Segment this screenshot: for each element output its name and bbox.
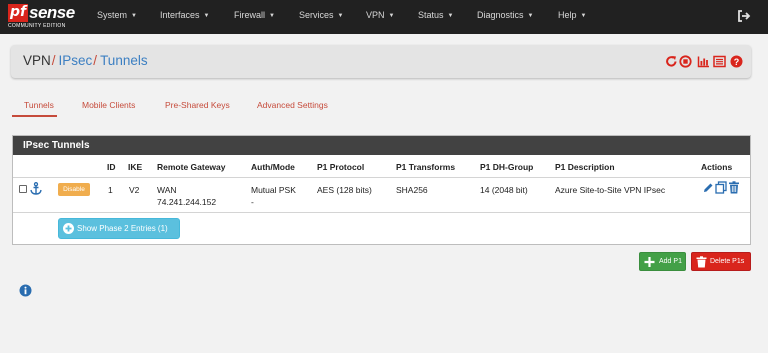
caret-down-icon: ▼ bbox=[337, 13, 344, 19]
caret-down-icon: ▼ bbox=[527, 13, 534, 19]
caret-down-icon: ▼ bbox=[269, 13, 275, 19]
cell-gateway-ip: 74.241.244.152 bbox=[157, 197, 217, 207]
column-header-actions: Actions bbox=[701, 162, 733, 172]
pfsense-logo[interactable]: pf sense COMMUNITY EDITION bbox=[8, 3, 80, 30]
anchor-icon[interactable] bbox=[30, 182, 42, 195]
chart-icon[interactable] bbox=[697, 55, 710, 68]
plus-circle-icon bbox=[63, 223, 74, 234]
cell-id: 1 bbox=[108, 185, 113, 195]
header-icon-bar: ? bbox=[665, 55, 743, 69]
breadcrumb-bar: VPN/IPsec/Tunnels ? bbox=[11, 45, 751, 78]
show-phase2-entries-button[interactable]: Show Phase 2 Entries (1) bbox=[58, 218, 180, 239]
svg-text:?: ? bbox=[734, 57, 740, 67]
caret-down-icon: ▼ bbox=[131, 13, 137, 19]
column-header-id: ID bbox=[107, 162, 116, 172]
cell-p1-dh-group: 14 (2048 bit) bbox=[480, 185, 528, 195]
cell-gateway-iface: WAN bbox=[157, 185, 177, 195]
logo-sense: sense bbox=[29, 3, 75, 22]
nav-status[interactable]: Status ▼ bbox=[418, 10, 453, 20]
cell-p1-transforms: SHA256 bbox=[396, 185, 428, 195]
column-header-p1-dh-group: P1 DH-Group bbox=[480, 162, 534, 172]
trash-icon[interactable] bbox=[728, 181, 740, 194]
breadcrumb-separator: / bbox=[93, 53, 98, 68]
tab-tunnels[interactable]: Tunnels bbox=[24, 100, 54, 110]
nav-vpn[interactable]: VPN ▼ bbox=[366, 10, 394, 20]
delete-p1s-button[interactable]: Delete P1s bbox=[691, 252, 751, 271]
disable-button[interactable]: Disable bbox=[58, 183, 90, 196]
tab-advanced-settings[interactable]: Advanced Settings bbox=[257, 100, 328, 110]
row-divider bbox=[13, 212, 750, 213]
caret-down-icon: ▼ bbox=[580, 13, 587, 19]
cell-p1-description: Azure Site-to-Site VPN IPsec bbox=[555, 185, 666, 195]
ipsec-tunnels-panel: IPsec Tunnels ID IKE Remote Gateway Auth… bbox=[12, 135, 751, 245]
info-icon[interactable] bbox=[19, 284, 32, 297]
row-checkbox[interactable] bbox=[19, 185, 27, 193]
breadcrumb: VPN/IPsec/Tunnels bbox=[23, 53, 148, 68]
tab-pre-shared-keys[interactable]: Pre-Shared Keys bbox=[165, 100, 230, 110]
nav-firewall[interactable]: Firewall ▼ bbox=[234, 10, 275, 20]
breadcrumb-ipsec[interactable]: IPsec bbox=[59, 53, 93, 68]
column-header-p1-transforms: P1 Transforms bbox=[396, 162, 456, 172]
caret-down-icon: ▼ bbox=[203, 13, 210, 19]
cell-auth-extra: - bbox=[251, 197, 254, 207]
tab-mobile-clients[interactable]: Mobile Clients bbox=[82, 100, 135, 110]
delete-p1s-label: Delete P1s bbox=[710, 258, 745, 265]
cell-auth-mode: Mutual PSK bbox=[251, 185, 296, 195]
edit-pencil-icon[interactable] bbox=[702, 181, 714, 194]
nav-diagnostics[interactable]: Diagnostics ▼ bbox=[477, 10, 533, 20]
nav-interfaces[interactable]: Interfaces ▼ bbox=[160, 10, 209, 20]
nav-system[interactable]: System ▼ bbox=[97, 10, 137, 20]
trash-icon bbox=[696, 256, 707, 268]
column-header-p1-protocol: P1 Protocol bbox=[317, 162, 365, 172]
column-header-remote-gateway: Remote Gateway bbox=[157, 162, 226, 172]
stop-icon[interactable] bbox=[679, 55, 692, 68]
column-header-p1-description: P1 Description bbox=[555, 162, 615, 172]
logo-pf: pf bbox=[8, 4, 28, 22]
nav-help[interactable]: Help ▼ bbox=[558, 10, 586, 20]
add-p1-button[interactable]: Add P1 bbox=[639, 252, 686, 271]
cell-p1-protocol: AES (128 bits) bbox=[317, 185, 372, 195]
top-navbar: pf sense COMMUNITY EDITION System ▼ Inter… bbox=[0, 0, 768, 34]
show-phase2-label: Show Phase 2 Entries (1) bbox=[77, 224, 168, 233]
breadcrumb-separator: / bbox=[51, 53, 56, 68]
restart-icon[interactable] bbox=[665, 55, 678, 68]
add-p1-label: Add P1 bbox=[659, 258, 682, 265]
help-icon[interactable]: ? bbox=[730, 55, 743, 68]
breadcrumb-vpn: VPN bbox=[23, 53, 51, 68]
cell-ike: V2 bbox=[129, 185, 140, 195]
copy-icon[interactable] bbox=[715, 181, 727, 194]
logo-edition: COMMUNITY EDITION bbox=[8, 23, 66, 29]
panel-title: IPsec Tunnels bbox=[13, 136, 750, 155]
caret-down-icon: ▼ bbox=[388, 13, 395, 19]
nav-services[interactable]: Services ▼ bbox=[299, 10, 343, 20]
plus-icon bbox=[644, 257, 655, 267]
column-header-auth-mode: Auth/Mode bbox=[251, 162, 295, 172]
logout-icon[interactable] bbox=[737, 9, 751, 23]
column-header-ike: IKE bbox=[128, 162, 143, 172]
header-divider bbox=[13, 177, 750, 178]
caret-down-icon: ▼ bbox=[447, 13, 454, 19]
list-icon[interactable] bbox=[713, 55, 726, 68]
breadcrumb-tunnels[interactable]: Tunnels bbox=[100, 53, 148, 68]
active-tab-indicator bbox=[12, 115, 57, 117]
